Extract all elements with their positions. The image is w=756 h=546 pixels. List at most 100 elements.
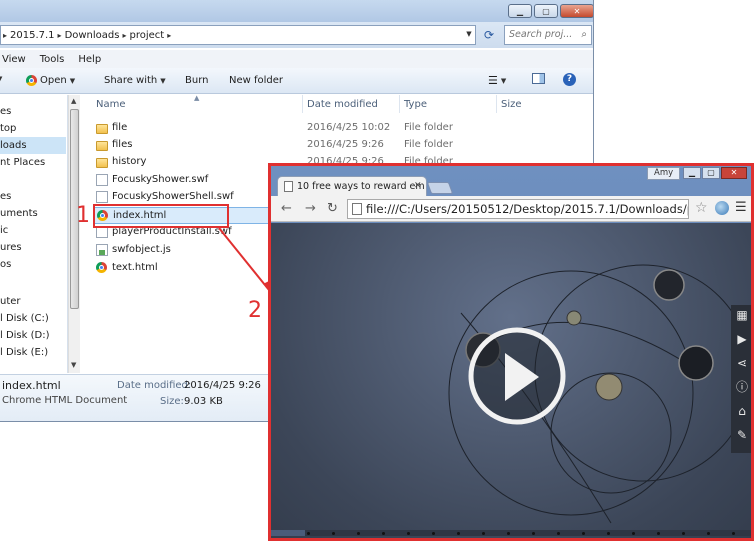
new-tab-button[interactable]: [426, 182, 454, 194]
nav-item[interactable]: ic: [0, 222, 66, 239]
nav-item[interactable]: top: [0, 120, 66, 137]
column-divider[interactable]: [496, 95, 497, 113]
column-header-type[interactable]: Type: [404, 99, 427, 110]
refresh-icon[interactable]: ⟳: [480, 26, 498, 44]
close-button[interactable]: ✕: [721, 167, 747, 179]
slide-marker[interactable]: [682, 532, 685, 535]
slide-marker[interactable]: [457, 532, 460, 535]
minimize-button[interactable]: ▁: [508, 4, 532, 18]
slide-marker[interactable]: [557, 532, 560, 535]
burn-button[interactable]: Burn: [185, 75, 208, 86]
nav-item[interactable]: es: [0, 103, 66, 120]
chrome-icon: [26, 75, 37, 86]
table-row[interactable]: file 2016/4/25 10:02 File folder: [94, 120, 593, 137]
maximize-button[interactable]: ▢: [534, 4, 558, 18]
play-small-icon[interactable]: ▶: [734, 331, 750, 347]
nav-item[interactable]: nt Places: [0, 154, 66, 171]
slide-marker[interactable]: [632, 532, 635, 535]
url-text: file:///C:/Users/20150512/Desktop/2015.7…: [366, 202, 688, 216]
slide-marker[interactable]: [732, 532, 735, 535]
slide-marker[interactable]: [607, 532, 610, 535]
nav-item[interactable]: uments: [0, 205, 66, 222]
menu-icon[interactable]: ☰: [735, 200, 747, 215]
file-icon: [96, 174, 108, 186]
table-row[interactable]: files 2016/4/25 9:26 File folder: [94, 137, 593, 154]
nav-item-disk-d[interactable]: l Disk (D:): [0, 327, 66, 344]
details-date-label: Date modified:: [117, 380, 192, 391]
slide-marker[interactable]: [407, 532, 410, 535]
column-divider[interactable]: [399, 95, 400, 113]
column-divider[interactable]: [302, 95, 303, 113]
maximize-button[interactable]: ▢: [702, 167, 720, 179]
url-bar[interactable]: file:///C:/Users/20150512/Desktop/2015.7…: [347, 199, 689, 219]
edit-note-icon[interactable]: ✎: [734, 427, 750, 443]
menu-tools[interactable]: Tools: [40, 54, 65, 65]
column-header-date[interactable]: Date modified: [307, 99, 378, 110]
step-number-2: 2: [248, 298, 262, 323]
address-bar[interactable]: ▸ 2015.7.1 ▸ Downloads ▸ project ▸: [0, 25, 476, 45]
address-dropdown-icon[interactable]: ▼: [462, 25, 476, 43]
slide-marker[interactable]: [507, 532, 510, 535]
nav-item-disk-c[interactable]: l Disk (C:): [0, 310, 66, 327]
slide-marker[interactable]: [432, 532, 435, 535]
preview-pane-icon[interactable]: [532, 73, 545, 84]
slide-marker[interactable]: [707, 532, 710, 535]
details-size-value: 9.03 KB: [184, 396, 223, 407]
search-input[interactable]: Search proj... ⌕: [504, 25, 592, 45]
breadcrumb-arrow-icon[interactable]: ▸: [58, 31, 62, 40]
presentation-progress-bar[interactable]: [271, 530, 751, 536]
breadcrumb-arrow-icon[interactable]: ▸: [167, 31, 171, 40]
open-button[interactable]: Open ▼: [26, 75, 75, 86]
slide-marker[interactable]: [582, 532, 585, 535]
open-label: Open: [40, 75, 67, 86]
tab-close-icon[interactable]: ✕: [414, 181, 422, 191]
view-options-button[interactable]: ☰ ▼: [488, 74, 506, 87]
breadcrumb-item[interactable]: project: [130, 30, 165, 41]
presentation-canvas[interactable]: ▦ ▶ ⋖ ⓘ ⌂ ✎: [271, 223, 751, 538]
column-header-name[interactable]: Name: [96, 99, 126, 110]
slide-marker[interactable]: [657, 532, 660, 535]
nav-item-downloads[interactable]: loads: [0, 137, 66, 154]
slide-marker[interactable]: [332, 532, 335, 535]
browser-tab[interactable]: 10 free ways to reward em ✕: [277, 176, 427, 196]
search-icon[interactable]: ⌕: [581, 29, 587, 40]
nav-item-disk-e[interactable]: l Disk (E:): [0, 344, 66, 361]
slide-marker[interactable]: [382, 532, 385, 535]
slide-marker[interactable]: [482, 532, 485, 535]
breadcrumb-arrow-icon[interactable]: ▸: [122, 31, 126, 40]
nav-item[interactable]: ures: [0, 239, 66, 256]
nav-item[interactable]: uter: [0, 293, 66, 310]
organize-dropdown-icon[interactable]: ▼: [0, 75, 2, 83]
folder-icon: [96, 141, 108, 151]
reload-icon[interactable]: ↻: [327, 201, 338, 216]
new-folder-button[interactable]: New folder: [229, 75, 283, 86]
grid-icon[interactable]: ▦: [734, 307, 750, 323]
scroll-up-icon[interactable]: ▲: [71, 97, 76, 105]
column-header-size[interactable]: Size: [501, 99, 522, 110]
breadcrumb-item[interactable]: 2015.7.1: [10, 30, 55, 41]
bookmark-star-icon[interactable]: ☆: [695, 200, 708, 216]
info-icon[interactable]: ⓘ: [734, 379, 750, 395]
nav-item[interactable]: es: [0, 188, 66, 205]
share-icon[interactable]: ⋖: [734, 355, 750, 371]
menu-view[interactable]: View: [2, 54, 26, 65]
close-button[interactable]: ✕: [560, 4, 593, 18]
home-icon[interactable]: ⌂: [734, 403, 750, 419]
share-with-button[interactable]: Share with ▼: [104, 75, 166, 86]
back-icon[interactable]: ←: [281, 201, 292, 216]
globe-icon[interactable]: [715, 201, 729, 215]
forward-icon[interactable]: →: [305, 201, 316, 216]
slide-marker[interactable]: [307, 532, 310, 535]
nav-scrollbar[interactable]: ▲ ▼: [68, 95, 80, 373]
scroll-down-icon[interactable]: ▼: [71, 361, 76, 369]
profile-badge[interactable]: Amy: [647, 167, 681, 180]
breadcrumb-item[interactable]: Downloads: [65, 30, 120, 41]
nav-item[interactable]: os: [0, 256, 66, 273]
slide-marker[interactable]: [532, 532, 535, 535]
menu-help[interactable]: Help: [78, 54, 101, 65]
minimize-button[interactable]: ▁: [683, 167, 701, 179]
presentation-graphic: [448, 264, 751, 524]
slide-marker[interactable]: [357, 532, 360, 535]
help-icon[interactable]: ?: [563, 73, 576, 86]
breadcrumb-arrow-icon[interactable]: ▸: [3, 31, 7, 40]
